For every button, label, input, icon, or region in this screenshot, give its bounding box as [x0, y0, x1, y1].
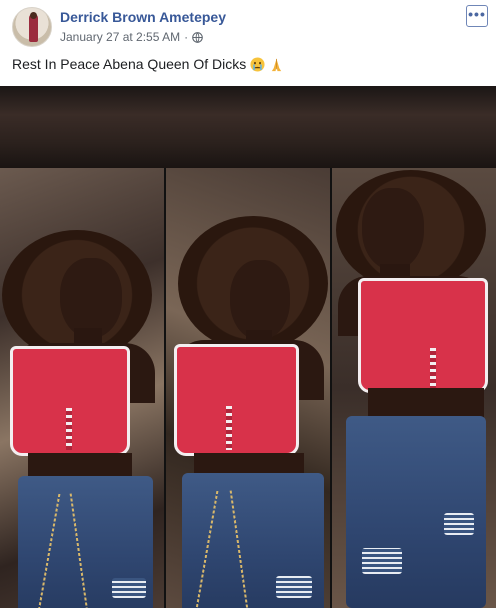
post-header: Derrick Brown Ametepey January 27 at 2:5…: [0, 0, 496, 52]
collage-panel-right: [332, 168, 496, 608]
avatar-figure-head: [30, 12, 37, 19]
more-options-button[interactable]: •••: [466, 5, 488, 27]
jeans-rip: [362, 548, 402, 574]
crying-face-emoji: [250, 56, 265, 72]
globe-icon[interactable]: [192, 31, 203, 43]
collage-panel-left: [0, 168, 164, 608]
meta-separator: ·: [184, 30, 189, 44]
folded-hands-emoji: [272, 58, 282, 71]
caption-text: Rest In Peace Abena Queen Of Dicks: [12, 56, 247, 72]
person-face: [230, 260, 290, 340]
person-jeans: [346, 416, 486, 608]
post-meta: January 27 at 2:55 AM ·: [60, 30, 203, 44]
post-caption: Rest In Peace Abena Queen Of Dicks: [12, 56, 284, 72]
top-laces: [226, 406, 232, 450]
post-photo[interactable]: [0, 86, 496, 608]
author-name[interactable]: Derrick Brown Ametepey: [60, 9, 226, 25]
red-halter-top: [174, 344, 299, 456]
person-face: [60, 258, 122, 338]
more-options-icon: •••: [468, 6, 486, 22]
jeans-rip: [444, 513, 474, 535]
jeans-rip: [276, 576, 312, 598]
red-halter-top: [358, 278, 488, 393]
jeans-rip: [112, 578, 146, 598]
person-face: [362, 188, 424, 270]
top-laces: [66, 408, 72, 450]
collage-panel-middle: [166, 168, 330, 608]
photo-collage: [0, 168, 496, 608]
post-timestamp[interactable]: January 27 at 2:55 AM: [60, 30, 180, 44]
photo-dark-band: [0, 86, 496, 168]
author-avatar[interactable]: [12, 7, 52, 47]
top-laces: [430, 348, 436, 390]
